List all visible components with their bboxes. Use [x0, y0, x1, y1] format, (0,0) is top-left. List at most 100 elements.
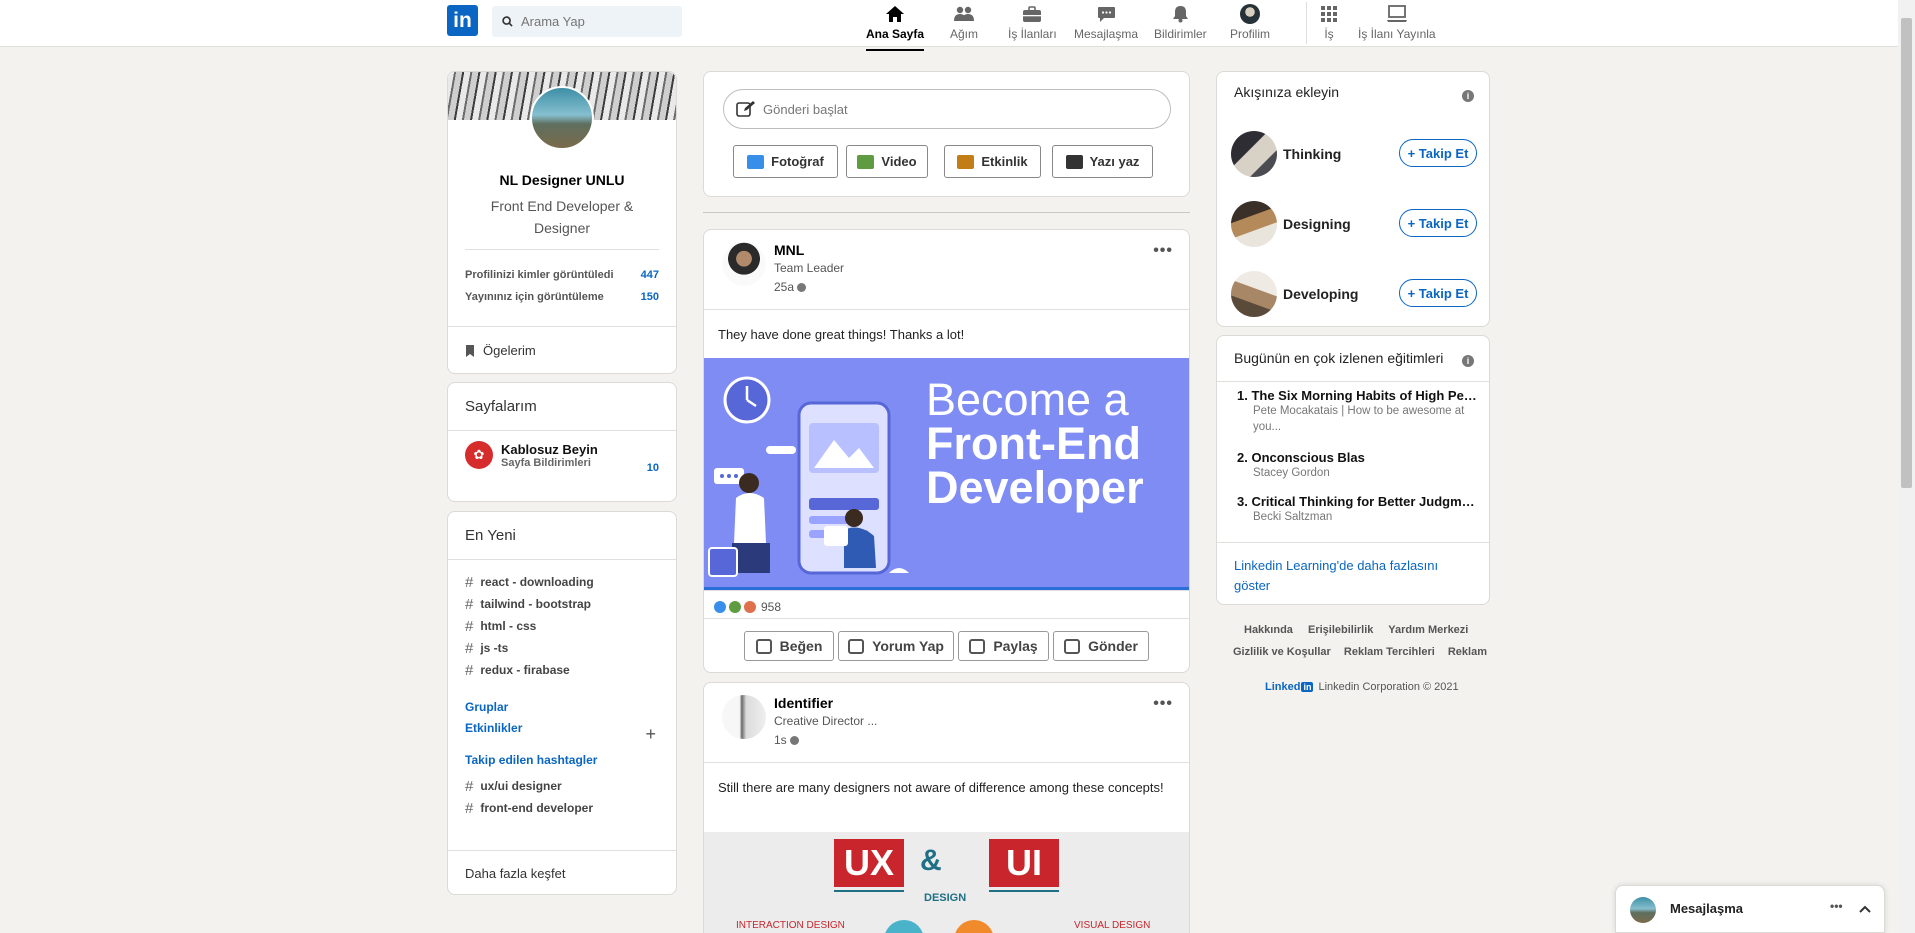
hashtag-item[interactable]: # front-end developer: [448, 797, 676, 819]
divider: [1217, 542, 1489, 543]
hashtag-item[interactable]: # redux - firabase: [448, 659, 676, 681]
write-article-button[interactable]: Yazı yaz: [1052, 145, 1153, 178]
post-image[interactable]: UX & UI DESIGN INTERACTION DESIGN VISUAL…: [704, 832, 1189, 933]
event-button[interactable]: Etkinlik: [944, 145, 1041, 178]
hashtag-item[interactable]: # js -ts: [448, 637, 676, 659]
my-items-row[interactable]: Ögelerim: [448, 326, 676, 374]
divider: [704, 590, 1189, 591]
comment-button[interactable]: Yorum Yap: [838, 631, 954, 661]
copyright: Linkedin Corporation © 2021: [1318, 681, 1459, 693]
hashtag-item[interactable]: # html - css: [448, 615, 676, 637]
nav-home[interactable]: Ana Sayfa: [866, 4, 925, 51]
groups-link[interactable]: Gruplar: [448, 700, 508, 714]
hashtag-label: react - downloading: [480, 575, 594, 589]
events-link[interactable]: Etkinlikler: [448, 721, 522, 735]
article-icon: [1065, 154, 1083, 169]
stat-label: Profilinizi kimler görüntüledi: [465, 269, 614, 281]
share-button[interactable]: Paylaş: [958, 631, 1049, 661]
post-author-avatar[interactable]: [722, 242, 766, 286]
footer-link-about[interactable]: Hakkında: [1244, 624, 1293, 636]
follow-button[interactable]: + Takip Et: [1399, 279, 1477, 307]
love-reaction-icon: [744, 601, 756, 613]
suggestion-name[interactable]: Developing: [1283, 286, 1358, 302]
nav-jobs[interactable]: İş İlanları: [1008, 4, 1057, 44]
hashtag-item[interactable]: # tailwind - bootstrap: [448, 593, 676, 615]
suggestion-avatar[interactable]: [1231, 271, 1277, 317]
hashtag-item[interactable]: # react - downloading: [448, 571, 676, 593]
footer-link-ads[interactable]: Reklam: [1448, 646, 1487, 658]
reaction-summary[interactable]: 958: [714, 600, 781, 614]
start-post-input[interactable]: Gönderi başlat: [723, 89, 1171, 129]
suggestion-name[interactable]: Designing: [1283, 216, 1351, 232]
hashtag-label: html - css: [480, 619, 537, 633]
more-options-icon[interactable]: •••: [1830, 899, 1843, 913]
post-author-name[interactable]: MNL: [774, 242, 804, 258]
discover-more-link[interactable]: Daha fazla keşfet: [448, 850, 676, 895]
footer-link-ad-prefs[interactable]: Reklam Tercihleri: [1344, 646, 1435, 658]
courses-title: Bugünün en çok izlenen eğitimleri: [1234, 350, 1444, 366]
profile-stat-views[interactable]: Profilinizi kimler görüntüledi 447: [465, 269, 659, 281]
pages-title: Sayfalarım: [448, 383, 676, 431]
search-input[interactable]: [521, 14, 671, 29]
course-item[interactable]: 2. Onconscious Blas Stacey Gordon: [1237, 450, 1477, 481]
add-event-icon[interactable]: +: [645, 724, 656, 745]
footer-link-accessibility[interactable]: Erişilebilirlik: [1308, 624, 1373, 636]
scrollbar[interactable]: [1898, 0, 1915, 933]
footer-link-help[interactable]: Yardım Merkezi: [1388, 624, 1468, 636]
hashtag-item[interactable]: # ux/ui designer: [448, 775, 676, 797]
photo-button[interactable]: Fotoğraf: [733, 145, 838, 178]
headline-line-2: Front-End: [926, 418, 1141, 469]
nav-messaging[interactable]: Mesajlaşma: [1074, 4, 1138, 44]
post-author-name[interactable]: Identifier: [774, 695, 833, 711]
page-item[interactable]: ✿ Kablosuz Beyin Sayfa Bildirimleri: [465, 441, 598, 469]
more-options-icon[interactable]: •••: [1153, 695, 1173, 713]
info-icon[interactable]: i: [1462, 355, 1474, 367]
suggestion-avatar[interactable]: [1231, 201, 1277, 247]
hashtag-icon: #: [465, 799, 474, 817]
learning-more-link[interactable]: Linkedin Learning'de daha fazlasını göst…: [1234, 556, 1472, 596]
search-box[interactable]: [492, 6, 682, 37]
linkedin-logo[interactable]: in: [447, 5, 478, 36]
event-label: Etkinlik: [981, 154, 1028, 169]
nav-work[interactable]: İş: [1320, 4, 1338, 44]
nav-notifications[interactable]: Bildirimler: [1154, 4, 1207, 44]
scrollbar-thumb[interactable]: [1901, 18, 1912, 488]
send-button[interactable]: Gönder: [1053, 631, 1149, 661]
follow-button[interactable]: + Takip Et: [1399, 209, 1477, 237]
video-button[interactable]: Video: [846, 145, 928, 178]
course-item[interactable]: 1. The Six Morning Habits of High Perf..…: [1237, 388, 1477, 435]
profile-name[interactable]: NL Designer UNLU: [448, 172, 676, 188]
headline-line-1: Become a: [926, 374, 1129, 425]
course-item[interactable]: 3. Critical Thinking for Better Judgme..…: [1237, 494, 1477, 525]
post-time: 25a: [774, 280, 807, 294]
suggestion-avatar[interactable]: [1231, 131, 1277, 177]
nav-profile[interactable]: Profilim: [1230, 4, 1270, 44]
chat-icon: [1097, 6, 1115, 22]
hashtag-icon: #: [465, 639, 474, 657]
followed-hashtags-link[interactable]: Takip edilen hashtagler: [448, 753, 597, 767]
suggestion-name[interactable]: Thinking: [1283, 146, 1341, 162]
photo-label: Fotoğraf: [771, 154, 824, 169]
nav-post-job[interactable]: İş İlanı Yayınla: [1358, 4, 1436, 44]
more-options-icon[interactable]: •••: [1153, 242, 1173, 260]
chevron-up-icon[interactable]: [1859, 905, 1871, 913]
footer-row: Hakkında Erişilebilirlik Yardım Merkezi: [1244, 624, 1468, 636]
profile-avatar[interactable]: [530, 86, 594, 150]
like-label: Beğen: [779, 638, 823, 654]
footer-link-privacy[interactable]: Gizlilik ve Koşullar: [1233, 646, 1331, 658]
like-button[interactable]: Beğen: [744, 631, 834, 661]
post-author-avatar[interactable]: [722, 695, 766, 739]
hashtag-label: redux - firabase: [480, 663, 570, 677]
visual-design-label: VISUAL DESIGN: [1074, 920, 1151, 931]
hashtag-icon: #: [465, 661, 474, 679]
profile-stat-post-views[interactable]: Yayınınız için görüntüleme 150: [465, 291, 659, 303]
follow-button[interactable]: + Takip Et: [1399, 139, 1477, 167]
stat-label: Yayınınız için görüntüleme: [465, 291, 604, 303]
headline-line-3: Developer: [926, 462, 1144, 513]
nav-network[interactable]: Ağım: [950, 4, 978, 44]
course-author: Pete Mocakatais | How to be awesome at y…: [1253, 405, 1465, 433]
post-image[interactable]: Become a Front-End Developer: [704, 358, 1189, 591]
info-icon[interactable]: i: [1462, 90, 1474, 102]
course-title: 2. Onconscious Blas: [1237, 450, 1365, 465]
messaging-bar[interactable]: Mesajlaşma •••: [1615, 885, 1885, 933]
